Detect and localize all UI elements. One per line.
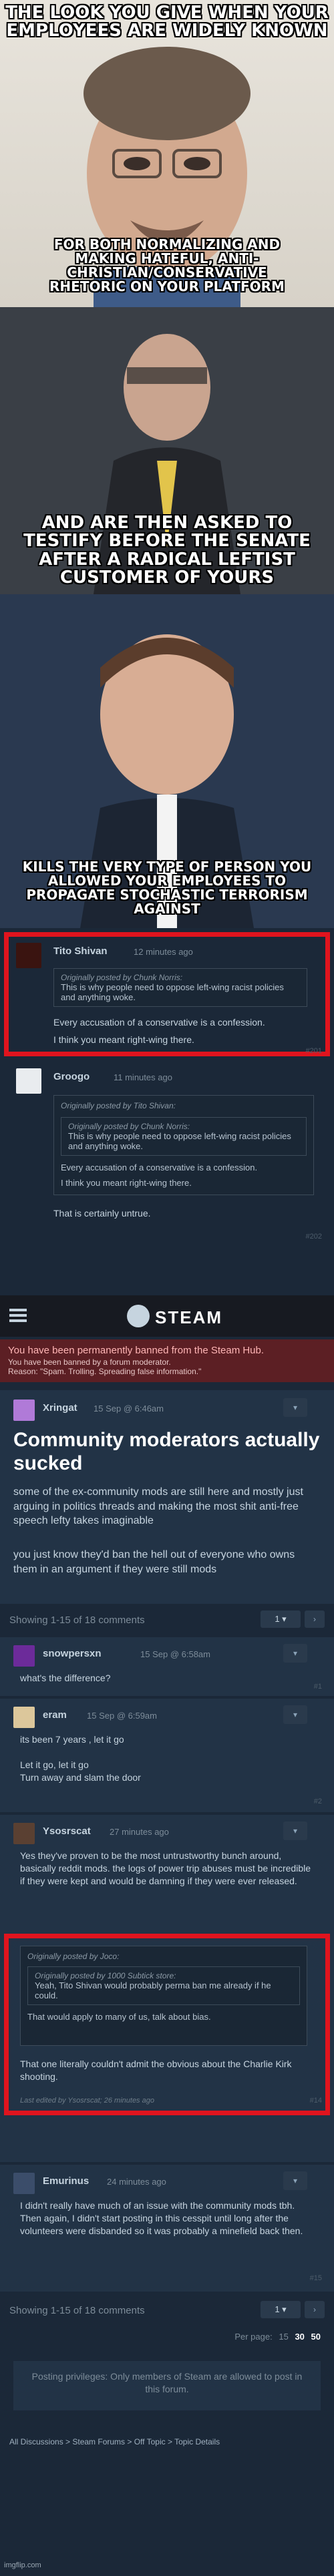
meme-caption-top: THE LOOK YOU GIVE WHEN YOUR EMPLOYEES AR…	[5, 3, 329, 41]
avatar[interactable]	[16, 1068, 41, 1094]
page-select-value: 1	[275, 1614, 280, 1624]
inner-quote-block: Originally posted by Chunk Norris: This …	[61, 1117, 307, 1156]
next-page-button[interactable]: ›	[305, 2301, 325, 2318]
timestamp: 27 minutes ago	[110, 1827, 169, 1837]
comment-number: #2	[313, 1797, 322, 1805]
quote-header: Originally posted by Tito Shivan:	[61, 1101, 176, 1110]
timestamp: 24 minutes ago	[107, 2177, 166, 2187]
username[interactable]: snowpersxn	[43, 1648, 102, 1659]
comment-number: #202	[305, 1233, 322, 1241]
imgflip-watermark: imgflip.com	[4, 2561, 41, 2569]
comment-body: what's the difference?	[20, 1673, 111, 1683]
meme-panel-1: THE LOOK YOU GIVE WHEN YOUR EMPLOYEES AR…	[0, 0, 334, 307]
quote-block: Originally posted by Joco: Originally po…	[20, 1946, 307, 2046]
quote-header: Originally posted by Joco:	[27, 1952, 120, 1961]
comment-body: its been 7 years , let it go Let it go, …	[20, 1734, 141, 1783]
steam-logo-text[interactable]: STEAM	[155, 1307, 222, 1328]
timestamp: 12 minutes ago	[134, 947, 193, 957]
comment: Emurinus 24 minutes ago ▾ I didn't reall…	[0, 2165, 334, 2292]
username[interactable]: Ysosrscat	[43, 1826, 91, 1837]
per-page: Per page: 15 30 50	[234, 2332, 321, 2342]
comment-body: That one literally couldn't admit the ob…	[20, 2059, 292, 2082]
comment-number: #1	[313, 1683, 322, 1691]
per-page-15[interactable]: 15	[279, 2332, 288, 2342]
quote-text: This is why people need to oppose left-w…	[68, 1131, 291, 1151]
options-dropdown[interactable]: ▾	[283, 1821, 307, 1840]
post-paragraph-2: you just know they'd ban the hell out of…	[13, 1549, 295, 1575]
per-page-label: Per page:	[234, 2332, 273, 2342]
avatar[interactable]	[13, 2173, 35, 2194]
ban-title: You have been permanently banned from th…	[8, 1345, 265, 1356]
post-title: Community moderators actually sucked	[13, 1429, 320, 1474]
quote-block: Originally posted by Chunk Norris: This …	[53, 968, 307, 1007]
per-page-30[interactable]: 30	[295, 2332, 304, 2342]
quote-line-2: I think you meant right-wing there.	[61, 1178, 192, 1188]
comment-body: Yes they've proven to be the most untrus…	[20, 1850, 311, 1886]
comment-number: #14	[309, 2097, 322, 2105]
meme-caption-bottom: FOR BOTH NORMALIZING AND MAKING HATEFUL,…	[49, 236, 285, 294]
avatar[interactable]	[13, 1823, 35, 1844]
quote-text: That would apply to many of us, talk abo…	[27, 2012, 211, 2022]
meme-panel-2: AND ARE THEN ASKED TO TESTIFY BEFORE THE…	[0, 307, 334, 594]
username[interactable]: Groogo	[53, 1071, 90, 1082]
quote-header: Originally posted by 1000 Subtick store:	[35, 1971, 176, 1980]
meme-caption-2: AND ARE THEN ASKED TO TESTIFY BEFORE THE…	[23, 513, 311, 588]
original-post: Xringat 15 Sep @ 6:46am ▾ Community mode…	[0, 1390, 334, 1604]
options-dropdown[interactable]: ▾	[283, 1705, 307, 1724]
comment-line-2: I think you meant right-wing there.	[53, 1034, 194, 1045]
page-select-bottom[interactable]: 1 ▾	[261, 2301, 301, 2318]
posting-privileges: Posting privileges: Only members of Stea…	[13, 2361, 321, 2410]
comment-count: Showing 1-15 of 18 comments	[9, 1615, 145, 1626]
meme-caption-3: KILLS THE VERY TYPE OF PERSON YOU ALLOWE…	[22, 859, 312, 917]
forum-thread-1: Tito Shivan 12 minutes ago Originally po…	[0, 928, 334, 1295]
comment: eram 15 Sep @ 6:59am ▾ its been 7 years …	[0, 1699, 334, 1812]
comment-number: #201	[305, 1047, 322, 1055]
quote-text: This is why people need to oppose left-w…	[61, 982, 284, 1002]
comment-body: That is certainly untrue.	[53, 1208, 151, 1219]
quote-text: Yeah, Tito Shivan would probably perma b…	[35, 1980, 271, 2000]
ban-banner: You have been permanently banned from th…	[0, 1339, 334, 1382]
quote-block: Originally posted by Tito Shivan: Origin…	[53, 1095, 314, 1195]
steam-forum: STEAM You have been permanently banned f…	[0, 1295, 334, 2576]
menu-icon[interactable]	[9, 1309, 27, 1322]
steam-logo-icon[interactable]	[127, 1305, 150, 1327]
avatar[interactable]	[16, 943, 41, 968]
username[interactable]: eram	[43, 1709, 67, 1721]
comment-number: #15	[309, 2274, 322, 2282]
timestamp: 15 Sep @ 6:59am	[87, 1711, 157, 1721]
comment: snowpersxn 15 Sep @ 6:58am ▾ what's the …	[0, 1637, 334, 1696]
ban-reason: Reason: "Spam. Trolling. Spreading false…	[8, 1367, 202, 1376]
timestamp: 15 Sep @ 6:46am	[94, 1404, 164, 1414]
inner-quote-block: Originally posted by 1000 Subtick store:…	[27, 1966, 300, 2005]
options-dropdown[interactable]: ▾	[283, 2171, 307, 2190]
steam-header: STEAM	[0, 1295, 334, 1337]
edited-note: Last edited by Ysosrscat; 26 minutes ago	[20, 2097, 154, 2105]
timestamp: 15 Sep @ 6:58am	[140, 1649, 210, 1659]
post-paragraph-1: some of the ex-community mods are still …	[13, 1486, 303, 1527]
avatar[interactable]	[13, 1707, 35, 1728]
comment-line-1: Every accusation of a conservative is a …	[53, 1017, 265, 1028]
options-dropdown[interactable]: ▾	[283, 1398, 307, 1417]
avatar[interactable]	[13, 1400, 35, 1421]
breadcrumb[interactable]: All Discussions > Steam Forums > Off Top…	[9, 2437, 220, 2446]
meme-panel-3: KILLS THE VERY TYPE OF PERSON YOU ALLOWE…	[0, 594, 334, 928]
ban-subtitle: You have been banned by a forum moderato…	[8, 1357, 171, 1367]
comment: Ysosrscat 27 minutes ago ▾ Yes they've p…	[0, 1815, 334, 2162]
quote-line-1: Every accusation of a conservative is a …	[61, 1162, 258, 1172]
per-page-50[interactable]: 50	[311, 2332, 321, 2342]
comment-body: I didn't really have much of an issue wi…	[20, 2200, 303, 2236]
avatar[interactable]	[13, 1645, 35, 1667]
next-page-button[interactable]: ›	[305, 1611, 325, 1628]
page-select[interactable]: 1 ▾	[261, 1611, 301, 1628]
username[interactable]: Xringat	[43, 1402, 77, 1414]
page-select-value: 1	[275, 2304, 280, 2314]
username[interactable]: Tito Shivan	[53, 945, 108, 957]
username[interactable]: Emurinus	[43, 2175, 89, 2187]
quote-header: Originally posted by Chunk Norris:	[61, 973, 183, 982]
options-dropdown[interactable]: ▾	[283, 1644, 307, 1663]
timestamp: 11 minutes ago	[114, 1072, 172, 1082]
quote-header: Originally posted by Chunk Norris:	[68, 1122, 190, 1131]
comment-count-bottom: Showing 1-15 of 18 comments	[9, 2305, 145, 2316]
